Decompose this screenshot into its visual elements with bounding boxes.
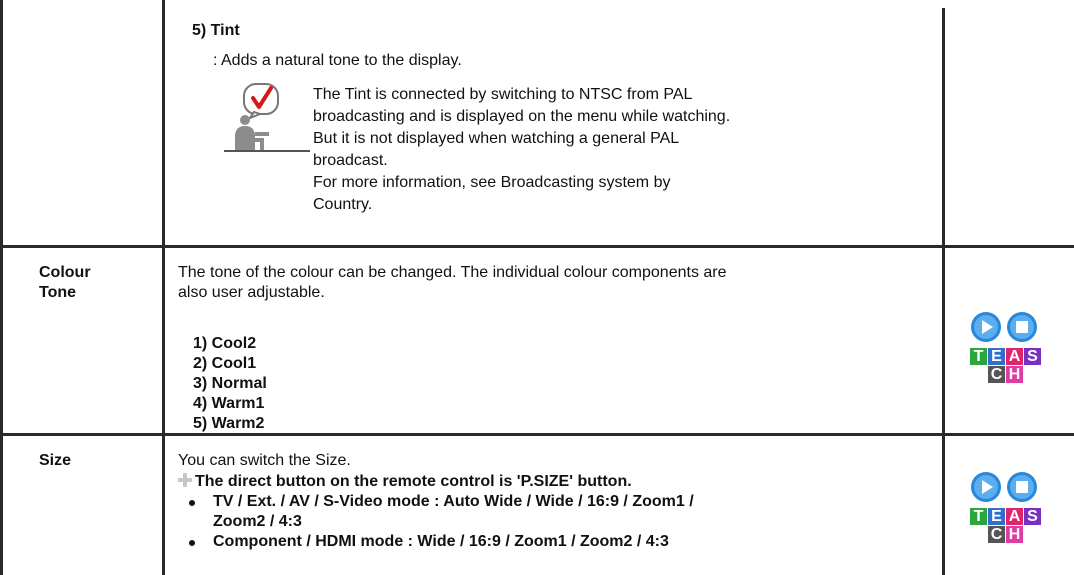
teach-letter: E bbox=[988, 348, 1005, 365]
teach-icon[interactable]: T E A S C H bbox=[970, 471, 1041, 547]
colour-tone-options: 1) Cool2 2) Cool1 3) Normal 4) Warm1 5) … bbox=[193, 334, 267, 434]
tint-note-line: broadcast. bbox=[313, 152, 388, 169]
plus-icon bbox=[178, 473, 192, 487]
row-divider-2 bbox=[0, 433, 1074, 436]
list-item: TV / Ext. / AV / S-Video mode : Auto Wid… bbox=[187, 492, 694, 532]
teach-letter: H bbox=[1006, 526, 1023, 543]
teach-letter: E bbox=[988, 508, 1005, 525]
colour-tone-option: 1) Cool2 bbox=[193, 335, 257, 352]
colour-tone-label-line: Tone bbox=[39, 284, 77, 301]
remote-note: The direct button on the remote control … bbox=[178, 472, 632, 492]
teach-letter: T bbox=[970, 508, 987, 525]
colour-tone-option: 4) Warm1 bbox=[193, 395, 265, 412]
colour-tone-option: 3) Normal bbox=[193, 375, 267, 392]
column-divider-2 bbox=[942, 8, 945, 575]
colour-tone-label-line: Colour bbox=[39, 264, 91, 281]
remote-note-text: The direct button on the remote control … bbox=[195, 473, 632, 490]
play-circle-icon[interactable] bbox=[971, 472, 1001, 502]
list-item-line: Component / HDMI mode : Wide / 16:9 / Zo… bbox=[213, 533, 669, 550]
teach-letter: H bbox=[1006, 366, 1023, 383]
tint-note-line: For more information, see Broadcasting s… bbox=[313, 174, 671, 191]
column-divider-1 bbox=[162, 0, 165, 575]
teach-letter: C bbox=[988, 366, 1005, 383]
tint-note-line: But it is not displayed when watching a … bbox=[313, 130, 680, 147]
stop-circle-icon[interactable] bbox=[1007, 472, 1037, 502]
size-label: Size bbox=[39, 452, 72, 469]
teach-icon[interactable]: T E A S C H bbox=[970, 311, 1041, 387]
size-modes-list: TV / Ext. / AV / S-Video mode : Auto Wid… bbox=[187, 492, 694, 552]
teach-letter: T bbox=[970, 348, 987, 365]
tint-heading: 5) Tint bbox=[192, 22, 240, 39]
tint-description: : Adds a natural tone to the display. bbox=[213, 52, 462, 69]
note-checkmark-icon bbox=[224, 83, 310, 152]
teach-letter: S bbox=[1024, 348, 1041, 365]
table-left-border bbox=[0, 0, 3, 575]
list-item: Component / HDMI mode : Wide / 16:9 / Zo… bbox=[187, 532, 694, 552]
list-item-line: TV / Ext. / AV / S-Video mode : Auto Wid… bbox=[213, 493, 694, 510]
tint-note: The Tint is connected by switching to NT… bbox=[313, 84, 913, 216]
row-divider-1 bbox=[0, 245, 1074, 248]
colour-tone-description-line: The tone of the colour can be changed. T… bbox=[178, 264, 727, 281]
colour-tone-option: 2) Cool1 bbox=[193, 355, 257, 372]
colour-tone-label: Colour Tone bbox=[39, 263, 91, 303]
teach-letter: C bbox=[988, 526, 1005, 543]
list-item-line: Zoom2 / 4:3 bbox=[213, 513, 302, 530]
teach-letter: A bbox=[1006, 508, 1023, 525]
colour-tone-description-line: also user adjustable. bbox=[178, 284, 325, 301]
tint-note-line: Country. bbox=[313, 196, 373, 213]
stop-circle-icon[interactable] bbox=[1007, 312, 1037, 342]
play-circle-icon[interactable] bbox=[971, 312, 1001, 342]
colour-tone-description: The tone of the colour can be changed. T… bbox=[178, 263, 727, 303]
size-description: You can switch the Size. bbox=[178, 452, 351, 469]
teach-letter: S bbox=[1024, 508, 1041, 525]
colour-tone-option: 5) Warm2 bbox=[193, 415, 265, 432]
tint-note-line: The Tint is connected by switching to NT… bbox=[313, 86, 693, 103]
tint-note-line: broadcasting and is displayed on the men… bbox=[313, 108, 731, 125]
teach-letter: A bbox=[1006, 348, 1023, 365]
